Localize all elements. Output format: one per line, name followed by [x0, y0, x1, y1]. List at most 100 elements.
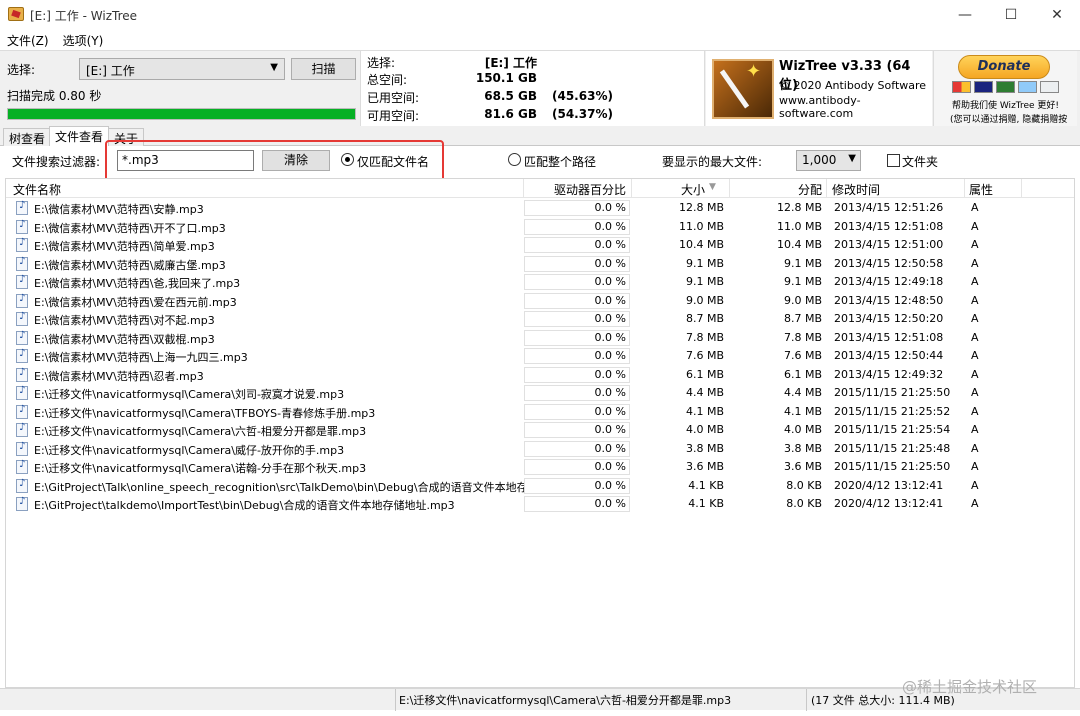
maximize-icon[interactable]: ☐ [988, 0, 1034, 30]
column-modified[interactable]: 修改时间 [832, 181, 880, 198]
file-modified: 2013/4/15 12:50:20 [834, 312, 944, 325]
stat-free-row: 可用空间: 81.6 GB (54.37%) [367, 107, 707, 124]
folders-checkbox[interactable] [887, 154, 900, 167]
file-name: E:\微信素材\MV\范特西\开不了口.mp3 [34, 221, 226, 235]
column-size[interactable]: 大小 [681, 181, 705, 198]
drive-stats: 选择: [E:] 工作 总空间: 150.1 GB 已用空间: 68.5 GB … [360, 51, 705, 127]
table-row[interactable]: E:\微信素材\MV\范特西\开不了口.mp3 0.0 % 11.0 MB 11.0 … [6, 218, 1074, 237]
drive-percent: 0.0 % [594, 312, 626, 325]
folders-checkbox-label: 文件夹 [902, 155, 939, 169]
tab-file-view[interactable]: 文件查看 [49, 126, 110, 147]
brand-url[interactable]: www.antibody-software.com [779, 94, 932, 120]
menu-file[interactable]: 文件(Z) [0, 30, 56, 50]
file-attributes: A [971, 497, 979, 510]
brand-copyright: © 2020 Antibody Software [779, 79, 927, 92]
stat-used-label: 已用空间: [367, 91, 420, 105]
drive-percent: 0.0 % [594, 478, 626, 492]
stat-select-label: 选择: [367, 56, 396, 70]
table-row[interactable]: E:\微信素材\MV\范特西\安静.mp3 0.0 % 12.8 MB 12.8 MB… [6, 199, 1074, 218]
file-list-header: 文件名称 驱动器百分比 大小 ▼ 分配 修改时间 属性 [6, 179, 1074, 198]
table-row[interactable]: E:\迁移文件\navicatformysql\Camera\刘司-寂寞才说爱.… [6, 384, 1074, 403]
column-drive-percent[interactable]: 驱动器百分比 [554, 181, 626, 198]
file-allocated: 4.4 MB [783, 386, 822, 399]
table-row[interactable]: E:\微信素材\MV\范特西\威廉古堡.mp3 0.0 % 9.1 MB 9.1 MB… [6, 255, 1074, 274]
table-row[interactable]: E:\迁移文件\navicatformysql\Camera\威仔-放开你的手.… [6, 440, 1074, 459]
table-row[interactable]: E:\微信素材\MV\范特西\爱在西元前.mp3 0.0 % 9.0 MB 9.0 M… [6, 292, 1074, 311]
close-icon[interactable]: ✕ [1034, 0, 1080, 30]
table-row[interactable]: E:\微信素材\MV\范特西\上海一九四三.mp3 0.0 % 7.6 MB 7.6 … [6, 347, 1074, 366]
table-row[interactable]: E:\微信素材\MV\范特西\对不起.mp3 0.0 % 8.7 MB 8.7 MB 2… [6, 310, 1074, 329]
file-size: 4.0 MB [685, 423, 724, 436]
file-attributes: A [971, 256, 979, 270]
scan-button[interactable]: 扫描 [291, 58, 356, 80]
payment-cards [952, 81, 1059, 93]
file-modified: 2015/11/15 21:25:48 [834, 441, 951, 455]
file-attributes: A [971, 330, 979, 344]
file-size: 12.8 MB [678, 201, 724, 214]
file-size: 10.4 MB [678, 238, 724, 251]
file-modified: 2013/4/15 12:51:08 [834, 219, 944, 233]
table-row[interactable]: E:\微信素材\MV\范特西\双截棍.mp3 0.0 % 7.8 MB 7.8 MB 2… [6, 329, 1074, 348]
file-allocated: 6.1 MB [783, 367, 822, 381]
audio-file-icon [16, 348, 28, 363]
menu-options[interactable]: 选项(Y) [56, 30, 111, 50]
file-size: 4.1 MB [685, 404, 724, 418]
table-row[interactable]: E:\迁移文件\navicatformysql\Camera\六哲-相爱分开都是… [6, 421, 1074, 440]
column-divider[interactable] [964, 179, 965, 198]
table-row[interactable]: E:\GitProject\Talk\online_speech_recogni… [6, 477, 1074, 496]
file-attributes: A [971, 349, 979, 362]
file-modified: 2013/4/15 12:50:44 [834, 349, 944, 362]
table-row[interactable]: E:\微信素材\MV\范特西\爸,我回来了.mp3 0.0 % 9.1 MB 9.1 … [6, 273, 1074, 292]
table-row[interactable]: E:\GitProject\talkdemo\ImportTest\bin\De… [6, 495, 1074, 514]
drive-percent: 0.0 % [594, 441, 626, 455]
chevron-down-icon: ▼ [270, 62, 278, 73]
minimize-icon[interactable]: — [942, 0, 988, 30]
file-name: E:\微信素材\MV\范特西\爸,我回来了.mp3 [34, 277, 241, 290]
file-size: 9.1 MB [685, 256, 724, 270]
column-divider[interactable] [729, 179, 730, 198]
file-modified: 2013/4/15 12:51:00 [834, 238, 944, 251]
file-allocated: 10.4 MB [776, 238, 822, 251]
column-divider[interactable] [523, 179, 524, 198]
file-allocated: 4.0 MB [783, 423, 822, 436]
title-bar: [E:] 工作 - WizTree — ☐ ✕ [0, 0, 1080, 30]
max-files-label: 要显示的最大文件: [662, 155, 763, 169]
card-icon [996, 81, 1015, 93]
column-divider[interactable] [631, 179, 632, 198]
table-row[interactable]: E:\迁移文件\navicatformysql\Camera\TFBOYS-青春… [6, 403, 1074, 422]
wiztree-app-icon [8, 7, 24, 21]
audio-file-icon [16, 219, 28, 234]
max-files-select[interactable]: 1,000 ▼ [796, 150, 861, 171]
table-row[interactable]: E:\微信素材\MV\范特西\简单爱.mp3 0.0 % 10.4 MB 10.4 M… [6, 236, 1074, 255]
table-row[interactable]: E:\微信素材\MV\范特西\忍者.mp3 0.0 % 6.1 MB 6.1 MB 20… [6, 366, 1074, 385]
column-attributes[interactable]: 属性 [969, 181, 993, 198]
column-name[interactable]: 文件名称 [13, 181, 61, 198]
audio-file-icon [16, 293, 28, 308]
donate-button[interactable]: Donate [958, 55, 1050, 79]
file-allocated: 7.8 MB [783, 330, 822, 344]
stat-used-row: 已用空间: 68.5 GB (45.63%) [367, 89, 707, 106]
file-allocated: 12.8 MB [776, 201, 822, 214]
file-allocated: 11.0 MB [776, 219, 822, 233]
drive-select-label: 选择: [7, 63, 36, 77]
scan-progress-bar [7, 108, 356, 120]
file-modified: 2013/4/15 12:48:50 [834, 293, 944, 307]
file-size: 4.1 KB [688, 497, 724, 510]
file-size: 7.6 MB [685, 349, 724, 362]
tab-tree-view[interactable]: 树查看 [3, 128, 52, 146]
file-allocated: 3.6 MB [783, 460, 822, 473]
file-size: 9.1 MB [685, 275, 724, 288]
column-allocated[interactable]: 分配 [798, 181, 822, 198]
file-attributes: A [971, 201, 979, 214]
audio-file-icon [16, 237, 28, 252]
drive-select[interactable]: [E:] 工作 ▼ [79, 58, 285, 80]
column-divider[interactable] [1021, 179, 1022, 198]
file-name: E:\微信素材\MV\范特西\对不起.mp3 [34, 314, 215, 327]
file-size: 7.8 MB [685, 330, 724, 344]
filter-label: 文件搜索过滤器: [12, 155, 101, 169]
column-divider[interactable] [826, 179, 827, 198]
drive-select-value: [E:] 工作 [86, 64, 135, 78]
table-row[interactable]: E:\迁移文件\navicatformysql\Camera\诺翰-分手在那个秋… [6, 458, 1074, 477]
radio-full-path[interactable] [508, 153, 521, 166]
audio-file-icon [16, 311, 28, 326]
